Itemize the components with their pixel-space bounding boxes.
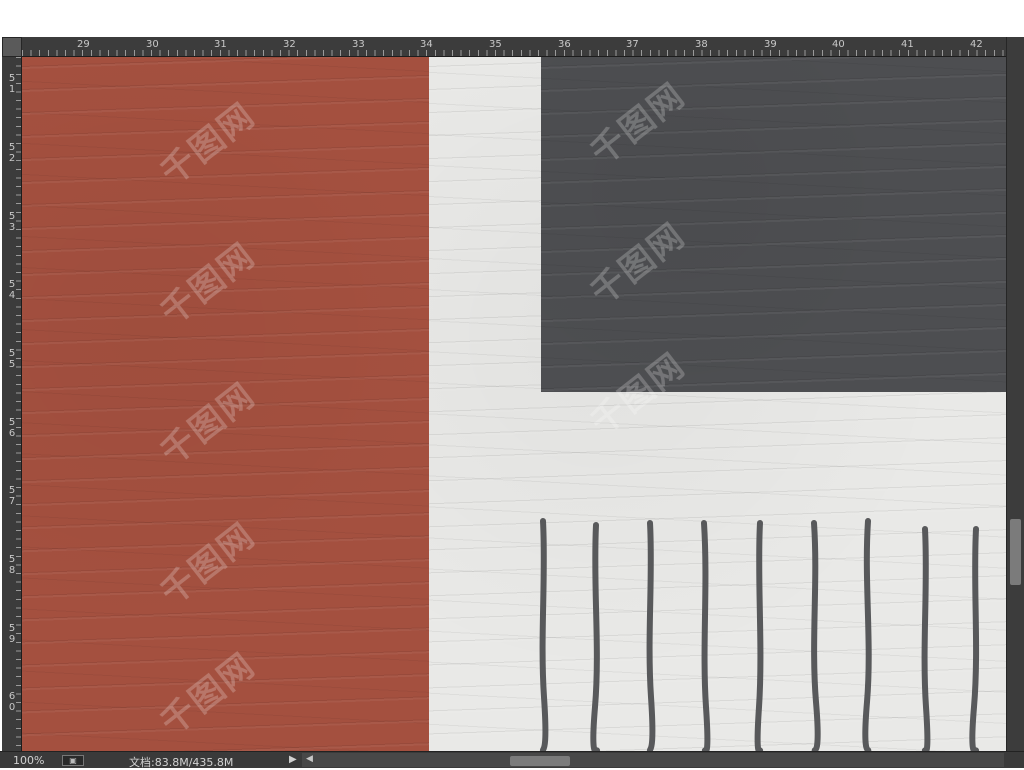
stroke-line: [646, 520, 656, 751]
ruler-label: 35: [489, 39, 502, 50]
ruler-label: 59: [8, 623, 16, 645]
vertical-scroll-thumb[interactable]: [1010, 519, 1021, 585]
ruler-label: 30: [146, 39, 159, 50]
ruler-label: 57: [8, 485, 16, 507]
stroke-line: [590, 522, 601, 751]
ruler-label: 32: [283, 39, 296, 50]
horizontal-scroll-thumb[interactable]: [510, 756, 570, 766]
horizontal-scrollbar[interactable]: [302, 753, 1004, 767]
document-info-icon[interactable]: ▣: [62, 755, 84, 766]
ruler-label: 34: [420, 39, 433, 50]
stroke-line: [969, 526, 980, 751]
status-bar: 100% ▣ 文档:83.8M/435.8M ▶ ◀: [0, 751, 1024, 769]
play-arrow-icon[interactable]: ▶: [289, 754, 297, 765]
ruler-label: 53: [8, 211, 16, 233]
ruler-label: 60: [8, 691, 16, 713]
ruler-label: 29: [77, 39, 90, 50]
ruler-label: 55: [8, 348, 16, 370]
ruler-label: 41: [901, 39, 914, 50]
stroke-line: [701, 520, 711, 751]
ruler-label: 33: [352, 39, 365, 50]
ruler-label: 40: [832, 39, 845, 50]
stroke-line: [862, 518, 872, 751]
ruler-label: 42: [970, 39, 983, 50]
vertical-ruler[interactable]: 51 52 53 54 55 56 57 58 59 60: [2, 57, 22, 751]
ruler-label: 31: [214, 39, 227, 50]
ruler-ticks: [22, 50, 1006, 56]
ruler-label: 52: [8, 142, 16, 164]
stroke-line: [811, 520, 821, 751]
stroke-line: [754, 520, 764, 751]
vertical-scrollbar[interactable]: [1006, 37, 1024, 751]
horizontal-ruler[interactable]: 29 30 31 32 33 34 35 36 37 38 39 40 41 4…: [22, 37, 1006, 57]
ruler-label: 58: [8, 554, 16, 576]
stroke-line: [539, 518, 549, 751]
document-canvas[interactable]: 千图网 千图网 千图网 千图网 千图网 千图网 千图网 千图网: [22, 57, 1006, 751]
ruler-label: 51: [8, 73, 16, 95]
ruler-label: 37: [626, 39, 639, 50]
stroke-line: [921, 526, 931, 751]
ruler-label: 36: [558, 39, 571, 50]
zoom-level[interactable]: 100%: [13, 754, 44, 767]
ruler-label: 38: [695, 39, 708, 50]
ruler-label: 56: [8, 417, 16, 439]
vertical-line-strokes: [539, 518, 980, 751]
ruler-origin[interactable]: [2, 37, 22, 57]
ruler-label: 54: [8, 279, 16, 301]
scroll-left-arrow-icon[interactable]: ◀: [306, 754, 313, 764]
ruler-label: 39: [764, 39, 777, 50]
